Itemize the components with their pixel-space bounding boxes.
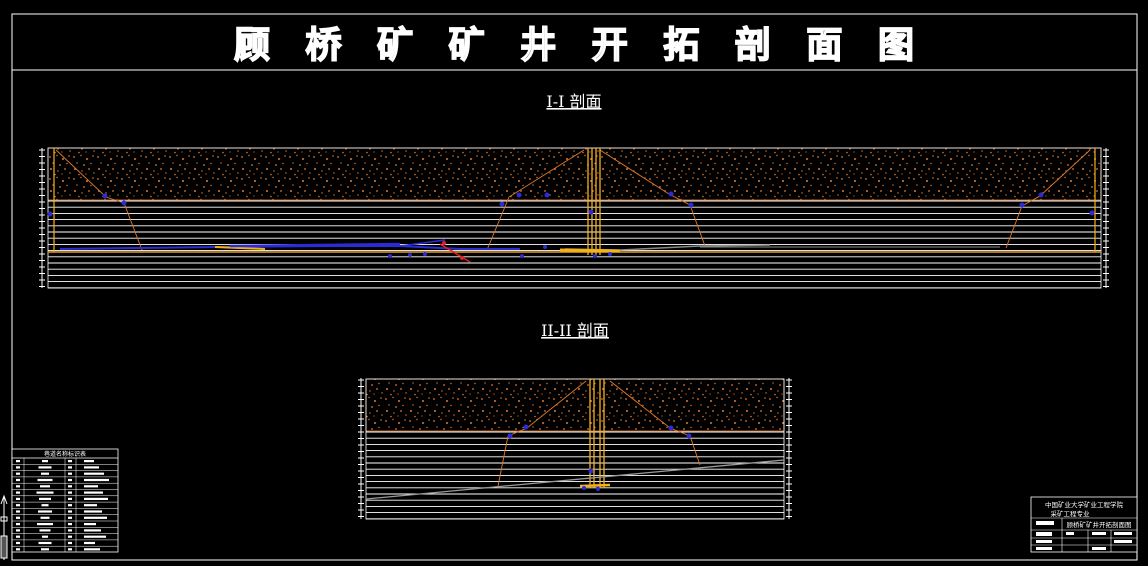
legend-entry-mark (68, 529, 72, 532)
title-block-major: 采矿工程专业 (1051, 509, 1091, 518)
legend-entry-mark (38, 541, 52, 545)
legend-entry-mark (16, 472, 20, 475)
section-2-title: II-II 剖面 (541, 321, 609, 340)
legend-entry-mark (37, 523, 53, 526)
legend-entry-mark (68, 548, 72, 551)
section-1-title: I-I 剖面 (546, 92, 601, 111)
legend-entry-mark (41, 472, 49, 475)
section-1-profile (39, 147, 1109, 289)
legend-entry-mark (84, 510, 102, 513)
legend-entry-mark (68, 491, 72, 494)
legend-entry-mark (36, 491, 54, 494)
legend-entry-mark (68, 516, 72, 519)
legend-entry-mark (84, 460, 94, 463)
legend-entry-mark (41, 548, 49, 551)
title-block-drawing-name: 顾桥矿矿井开拓剖面图 (1067, 520, 1132, 529)
legend-entry-mark (39, 529, 51, 532)
legend-entry-mark (16, 466, 20, 469)
legend-entry-mark (16, 497, 20, 500)
legend-entry-mark (84, 529, 101, 532)
legend-entry-mark (38, 466, 52, 469)
legend-entry-mark (16, 535, 20, 538)
title-block: 中国矿业大学矿业工程学院 采矿工程专业 顾桥矿矿井开拓剖面图 (1030, 496, 1138, 553)
legend-entry-mark (68, 541, 72, 545)
legend-table: 巷道名称标识表 (11, 448, 119, 553)
legend-entry-mark (84, 541, 95, 545)
drawing-title: 顾桥矿矿井开拓剖面图 (234, 25, 914, 66)
legend-entry-mark (84, 478, 109, 482)
legend-entry-mark (16, 529, 20, 532)
legend-entry-mark (84, 548, 100, 551)
legend-entry-mark (68, 472, 72, 475)
legend-title: 巷道名称标识表 (44, 450, 86, 458)
legend-entry-mark (84, 485, 98, 488)
legend-entry-mark (84, 466, 99, 469)
legend-entry-mark (84, 472, 104, 475)
legend-entry-mark (84, 516, 107, 519)
legend-entry-mark (84, 497, 108, 500)
legend-entry-mark (68, 466, 72, 469)
legend-entry-mark (84, 491, 103, 494)
legend-entry-mark (39, 497, 51, 500)
legend-entry-mark (42, 460, 48, 463)
legend-entry-mark (84, 535, 106, 538)
legend-entry-mark (84, 504, 97, 507)
legend-entry-mark (68, 478, 72, 482)
section-2-profile (358, 378, 792, 520)
legend-entry-mark (16, 523, 20, 526)
legend-entry-mark (68, 460, 72, 463)
cad-drawing-canvas: 顾桥矿矿井开拓剖面图 I-I 剖面 II-II 剖面 巷道名称标识表 中国矿业大… (0, 13, 1138, 561)
section-2-alluvium-layer (365, 378, 785, 432)
legend-entry-mark (16, 516, 20, 519)
legend-entry-mark (68, 535, 72, 538)
legend-entry-mark (16, 491, 20, 494)
legend-entry-mark (16, 485, 20, 488)
legend-entry-mark (68, 523, 72, 526)
legend-entry-mark (16, 460, 20, 463)
legend-entry-mark (68, 485, 72, 488)
legend-entry-mark (16, 510, 20, 513)
legend-entry-mark (16, 548, 20, 551)
legend-entry-mark (40, 516, 50, 519)
legend-entry-mark (16, 541, 20, 545)
legend-entry-mark (16, 504, 20, 507)
title-block-org: 中国矿业大学矿业工程学院 (1045, 500, 1124, 509)
legend-entry-mark (40, 485, 50, 488)
legend-entry-mark (68, 497, 72, 500)
legend-entry-mark (16, 478, 20, 482)
legend-entry-mark (68, 510, 72, 513)
legend-entry-mark (68, 504, 72, 507)
legend-entry-mark (42, 535, 48, 538)
legend-entry-mark (84, 523, 96, 526)
legend-entry-mark (38, 510, 52, 513)
ucs-icon (0, 494, 8, 560)
legend-entry-mark (41, 504, 49, 507)
legend-entry-mark (37, 478, 53, 482)
